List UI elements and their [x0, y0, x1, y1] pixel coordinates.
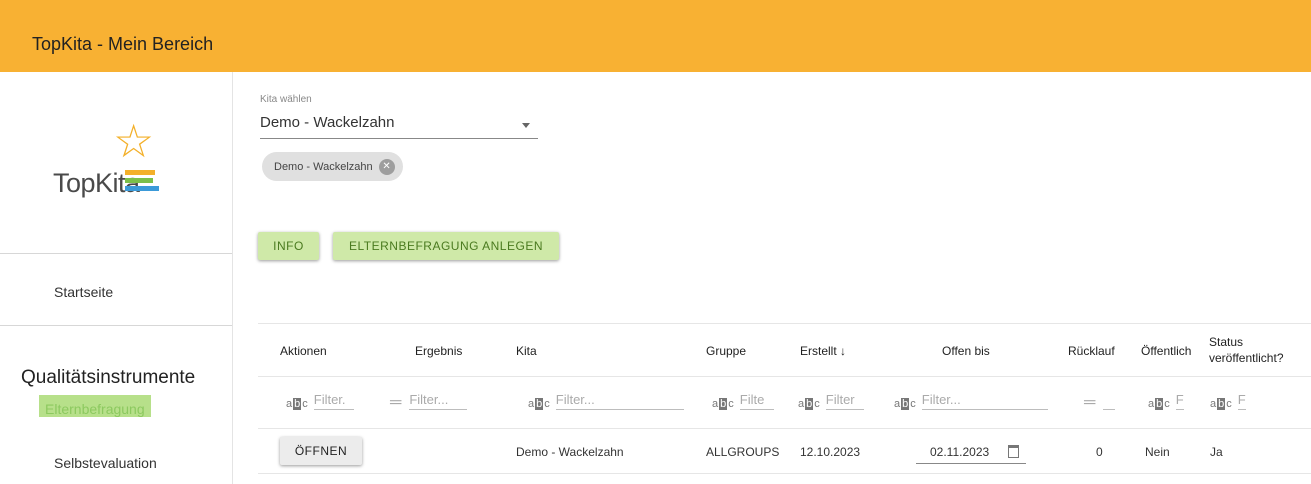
- sort-down-icon: ↓: [840, 344, 847, 358]
- survey-table: Aktionen Ergebnis Kita Gruppe Erstellt ↓…: [258, 323, 1311, 474]
- column-header-gruppe[interactable]: Gruppe: [706, 344, 746, 358]
- filter-input-ergebnis[interactable]: Filter...: [409, 392, 468, 410]
- kita-chip-label: Demo - Wackelzahn: [274, 160, 373, 173]
- text-filter-icon[interactable]: abc: [712, 398, 734, 410]
- column-header-oeffentlich[interactable]: Öffentlich: [1141, 344, 1191, 358]
- kita-select[interactable]: Demo - Wackelzahn: [260, 114, 538, 139]
- table-row: ÖFFNEN Demo - Wackelzahn ALLGROUPS 12.10…: [258, 429, 1311, 474]
- equals-filter-icon[interactable]: ═: [1084, 395, 1095, 411]
- sidebar-item-selbstevaluation[interactable]: Selbstevaluation: [54, 455, 157, 471]
- filter-input-gruppe[interactable]: Filte: [739, 392, 774, 410]
- logo-stripes: [125, 170, 159, 194]
- date-field-offen-bis[interactable]: 02.11.2023: [916, 441, 1026, 464]
- filter-input-aktionen[interactable]: Filter.: [313, 392, 354, 410]
- text-filter-icon[interactable]: abc: [528, 398, 550, 410]
- text-filter-icon[interactable]: abc: [798, 398, 820, 410]
- sidebar-item-elternbefragung[interactable]: Elternbefragung: [39, 395, 151, 417]
- filter-row: abc Filter. ═ Filter... abc Filter... ab…: [258, 376, 1311, 429]
- chevron-down-icon[interactable]: [522, 123, 530, 128]
- column-header-erstellt-label: Erstellt: [800, 344, 837, 358]
- cell-offen-bis: 02.11.2023: [930, 445, 990, 459]
- topkita-logo: ☆ TopKita: [45, 118, 185, 212]
- cell-kita: Demo - Wackelzahn: [516, 445, 624, 459]
- filter-input-erstellt[interactable]: Filter: [825, 392, 864, 410]
- column-header-aktionen[interactable]: Aktionen: [280, 344, 327, 358]
- filter-input-oeffentlich[interactable]: F: [1175, 392, 1184, 410]
- cell-erstellt: 12.10.2023: [800, 445, 861, 459]
- sidebar-divider: [0, 253, 232, 254]
- filter-input-status[interactable]: F: [1237, 392, 1246, 410]
- column-header-kita[interactable]: Kita: [516, 344, 537, 358]
- app-header: TopKita - Mein Bereich: [0, 0, 1311, 72]
- column-header-ergebnis[interactable]: Ergebnis: [415, 344, 462, 358]
- sidebar-section-heading: Qualitätsinstrumente: [21, 367, 196, 388]
- column-header-ruecklauf[interactable]: Rücklauf: [1068, 344, 1115, 358]
- cell-gruppe: ALLGROUPS: [706, 445, 780, 459]
- text-filter-icon[interactable]: abc: [1210, 398, 1232, 410]
- text-filter-icon[interactable]: abc: [894, 398, 916, 410]
- sidebar-item-startseite[interactable]: Startseite: [54, 284, 113, 300]
- equals-filter-icon[interactable]: ═: [390, 395, 401, 411]
- kita-select-value: Demo - Wackelzahn: [260, 114, 395, 131]
- sidebar: ☆ TopKita Startseite Qualitätsinstrument…: [0, 72, 233, 484]
- text-filter-icon[interactable]: abc: [1148, 398, 1170, 410]
- star-icon: ☆: [113, 115, 155, 167]
- calendar-icon[interactable]: [1008, 445, 1019, 458]
- column-header-erstellt[interactable]: Erstellt ↓: [800, 344, 846, 358]
- app-title: TopKita - Mein Bereich: [32, 34, 214, 54]
- create-survey-button[interactable]: ELTERNBEFRAGUNG ANLEGEN: [333, 232, 559, 260]
- cell-status: Ja: [1210, 445, 1223, 459]
- kita-chip: Demo - Wackelzahn ✕: [262, 152, 403, 181]
- info-button[interactable]: INFO: [258, 232, 319, 260]
- filter-input-offen-bis[interactable]: Filter...: [921, 392, 1048, 410]
- text-filter-icon[interactable]: abc: [286, 398, 308, 410]
- table-header: Aktionen Ergebnis Kita Gruppe Erstellt ↓…: [258, 323, 1311, 377]
- column-header-offen-bis[interactable]: Offen bis: [942, 344, 990, 358]
- filter-input-ruecklauf[interactable]: [1103, 407, 1116, 410]
- sidebar-divider: [0, 325, 232, 326]
- close-icon[interactable]: ✕: [378, 158, 395, 175]
- cell-oeffentlich: Nein: [1145, 445, 1170, 459]
- kita-select-label: Kita wählen: [260, 94, 312, 105]
- column-header-status[interactable]: Status veröffentlicht?: [1209, 334, 1304, 366]
- open-button[interactable]: ÖFFNEN: [280, 437, 362, 465]
- filter-input-kita[interactable]: Filter...: [555, 392, 684, 410]
- cell-ruecklauf: 0: [1096, 445, 1103, 459]
